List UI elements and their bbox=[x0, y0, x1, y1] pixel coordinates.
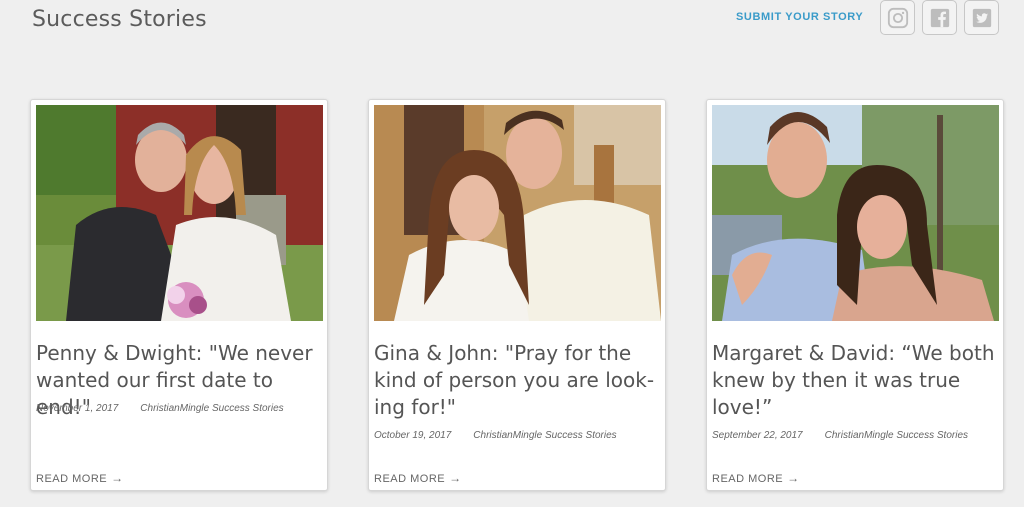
story-date: October 19, 2017 bbox=[374, 430, 452, 441]
arrow-right-icon: → bbox=[449, 471, 462, 485]
story-date: September 22, 2017 bbox=[712, 430, 803, 441]
read-more-link[interactable]: READ MORE → bbox=[712, 471, 800, 485]
submit-story-link[interactable]: SUBMIT YOUR STORY bbox=[736, 11, 863, 23]
story-meta: November 1, 2017 ChristianMingle Success … bbox=[36, 403, 284, 414]
facebook-button[interactable] bbox=[922, 0, 957, 35]
read-more-link[interactable]: READ MORE → bbox=[36, 471, 124, 485]
story-meta: October 19, 2017 ChristianMingle Success … bbox=[374, 430, 617, 441]
story-photo[interactable] bbox=[36, 105, 323, 321]
instagram-button[interactable] bbox=[880, 0, 915, 35]
story-category[interactable]: ChristianMingle Success Stories bbox=[825, 430, 968, 441]
story-photo[interactable] bbox=[374, 105, 661, 321]
arrow-right-icon: → bbox=[787, 471, 800, 485]
twitter-icon bbox=[972, 8, 991, 27]
story-category[interactable]: ChristianMingle Success Stories bbox=[140, 403, 283, 414]
story-title[interactable]: Gina & John: "Pray for the kind of perso… bbox=[374, 340, 658, 421]
story-date: November 1, 2017 bbox=[36, 403, 119, 414]
story-category[interactable]: ChristianMingle Success Stories bbox=[473, 430, 616, 441]
facebook-icon bbox=[930, 8, 949, 27]
arrow-right-icon: → bbox=[111, 471, 124, 485]
twitter-button[interactable] bbox=[964, 0, 999, 35]
story-card[interactable]: Margaret & David: “We both knew by then … bbox=[706, 99, 1004, 491]
read-more-label: READ MORE bbox=[712, 473, 784, 485]
story-meta: September 22, 2017 ChristianMingle Succes… bbox=[712, 430, 968, 441]
story-title[interactable]: Margaret & David: “We both knew by then … bbox=[712, 340, 996, 421]
instagram-icon bbox=[887, 7, 908, 28]
story-photo[interactable] bbox=[712, 105, 999, 321]
story-card[interactable]: Penny & Dwight: "We never wanted our fir… bbox=[30, 99, 328, 491]
read-more-link[interactable]: READ MORE → bbox=[374, 471, 462, 485]
story-card[interactable]: Gina & John: "Pray for the kind of perso… bbox=[368, 99, 666, 491]
read-more-label: READ MORE bbox=[36, 473, 108, 485]
read-more-label: READ MORE bbox=[374, 473, 446, 485]
page-title: Success Stories bbox=[32, 7, 207, 32]
